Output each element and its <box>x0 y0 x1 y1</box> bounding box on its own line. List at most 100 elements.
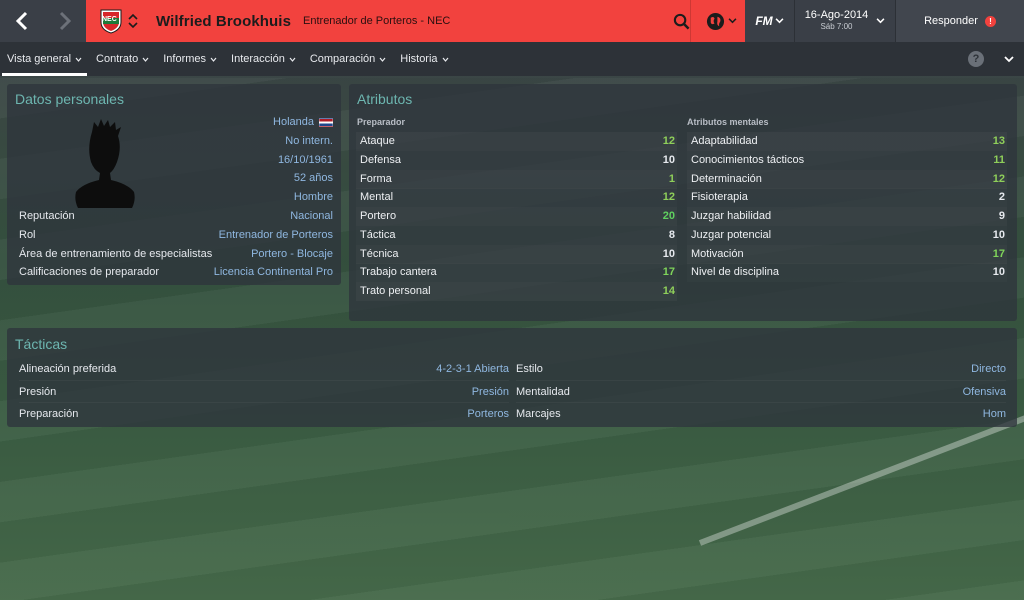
dob-value: 16/10/1961 <box>277 154 333 166</box>
attribute-value: 12 <box>662 191 675 204</box>
coach-attributes-heading: Preparador <box>357 117 406 127</box>
person-role[interactable]: Entrenador de Porteros - NEC <box>303 15 450 27</box>
attribute-row[interactable]: Motivación 17 <box>687 245 1007 264</box>
club-badge-text: NEC <box>102 16 117 23</box>
attribute-value: 8 <box>668 228 675 241</box>
attribute-row[interactable]: Juzgar habilidad 9 <box>687 207 1007 226</box>
nationality-value: Holanda <box>190 116 333 128</box>
club-switcher[interactable] <box>127 13 139 29</box>
attribute-value: 11 <box>993 153 1005 166</box>
forward-button[interactable] <box>43 0 86 42</box>
reputation-value: Nacional <box>290 210 333 222</box>
alert-icon: ! <box>984 15 996 27</box>
attribute-row[interactable]: Mental 12 <box>356 188 677 207</box>
tab-contrato[interactable]: Contrato <box>89 42 156 76</box>
chevron-down-icon <box>775 18 784 24</box>
attribute-row[interactable]: Técnica 10 <box>356 245 677 264</box>
gender-value: Hombre <box>293 191 333 203</box>
attribute-label: Trabajo cantera <box>360 266 437 279</box>
world-menu-button[interactable] <box>698 0 744 42</box>
tab-label: Interacción <box>231 53 285 65</box>
attribute-label: Técnica <box>360 247 399 260</box>
attribute-row[interactable]: Táctica 8 <box>356 226 677 245</box>
search-button[interactable] <box>664 0 698 42</box>
attribute-row[interactable]: Ataque 12 <box>356 132 677 151</box>
game-date: 16-Ago-2014 Sáb 7:00 <box>805 9 869 33</box>
tactic-label: Presión <box>19 386 57 398</box>
tactic-row: Presión Presión <box>19 380 509 402</box>
club-badge-icon[interactable]: NEC <box>98 8 124 34</box>
help-button[interactable]: ? <box>968 51 984 67</box>
attribute-row[interactable]: Forma 1 <box>356 170 677 189</box>
calendar-button[interactable]: 16-Ago-2014 Sáb 7:00 <box>795 0 896 42</box>
attribute-value: 10 <box>662 247 675 260</box>
tab-vista-general[interactable]: Vista general <box>0 42 89 76</box>
caps-value: No intern. <box>285 135 333 147</box>
tab-label: Historia <box>400 53 438 65</box>
tactic-label: Mentalidad <box>516 386 570 398</box>
tab-comparacion[interactable]: Comparación <box>303 42 393 76</box>
specialist-area-value: Portero - Blocaje <box>251 248 333 260</box>
tab-historia[interactable]: Historia <box>393 42 455 76</box>
chevron-down-icon <box>379 57 386 62</box>
chevron-down-icon <box>876 18 885 24</box>
attribute-row[interactable]: Adaptabilidad 13 <box>687 132 1007 151</box>
role-label: Rol <box>19 229 36 241</box>
attribute-label: Juzgar habilidad <box>691 210 772 222</box>
fm-menu-button[interactable]: FM <box>745 0 795 42</box>
top-bar: NEC Wilfried Brookhuis Entrenador de Por… <box>0 0 1024 42</box>
attribute-value: 20 <box>662 210 675 222</box>
attribute-row[interactable]: Defensa 10 <box>356 151 677 170</box>
attribute-value: 17 <box>662 266 675 279</box>
attribute-label: Ataque <box>360 135 395 147</box>
tactic-value: Directo <box>971 363 1006 375</box>
attribute-row[interactable]: Trabajo cantera 17 <box>356 263 677 282</box>
chevron-down-icon <box>75 57 82 62</box>
tactic-value: Hom <box>982 408 1006 420</box>
attribute-label: Defensa <box>360 153 401 166</box>
attribute-label: Mental <box>360 191 394 204</box>
tactic-label: Estilo <box>516 363 543 375</box>
tactic-label: Marcajes <box>516 408 561 420</box>
tactics-panel: Tácticas Alineación preferida 4-2-3-1 Abi… <box>7 328 1017 427</box>
attribute-row[interactable]: Portero 20 <box>356 207 677 226</box>
attribute-row[interactable]: Conocimientos tácticos 11 <box>687 151 1007 170</box>
person-silhouette-icon <box>75 119 135 208</box>
attribute-value: 12 <box>992 172 1005 185</box>
panel-title: Datos personales <box>15 91 124 107</box>
reputation-label: Reputación <box>19 210 75 222</box>
coaching-badge-value: Licencia Continental Pro <box>213 266 333 278</box>
coaching-badge-label: Calificaciones de preparador <box>19 266 160 278</box>
attribute-row[interactable]: Trato personal 14 <box>356 282 677 301</box>
divider <box>690 0 691 42</box>
respond-label: Responder <box>924 15 978 27</box>
attribute-label: Juzgar potencial <box>691 228 772 241</box>
tactic-row: Preparación Porteros <box>19 402 509 424</box>
search-icon <box>673 13 689 29</box>
attribute-row[interactable]: Nivel de disciplina 10 <box>687 263 1007 282</box>
attribute-value: 2 <box>998 191 1005 204</box>
chevron-up-icon <box>128 13 138 20</box>
role-value: Entrenador de Porteros <box>218 229 333 241</box>
attribute-value: 10 <box>662 153 675 166</box>
tactic-label: Alineación preferida <box>19 363 117 375</box>
attribute-row[interactable]: Determinación 12 <box>687 170 1007 189</box>
tab-interaccion[interactable]: Interacción <box>224 42 303 76</box>
back-button[interactable] <box>0 0 43 42</box>
tab-informes[interactable]: Informes <box>156 42 224 76</box>
chevron-down-icon <box>128 22 138 29</box>
age-value: 52 años <box>293 172 333 184</box>
attribute-label: Táctica <box>360 228 396 241</box>
attribute-value: 10 <box>992 266 1005 279</box>
tab-label: Comparación <box>309 53 376 65</box>
person-name: Wilfried Brookhuis <box>156 12 292 30</box>
tab-label: Vista general <box>7 53 72 65</box>
attribute-label: Motivación <box>691 247 744 260</box>
chevron-down-icon <box>728 18 736 24</box>
attribute-row[interactable]: Fisioterapia 2 <box>687 188 1007 207</box>
expand-chevron-icon[interactable] <box>1004 56 1014 63</box>
attribute-row[interactable]: Juzgar potencial 10 <box>687 226 1007 245</box>
tab-label: Contrato <box>96 53 139 65</box>
respond-button[interactable]: Responder ! <box>896 0 1024 42</box>
attribute-label: Trato personal <box>360 285 431 297</box>
